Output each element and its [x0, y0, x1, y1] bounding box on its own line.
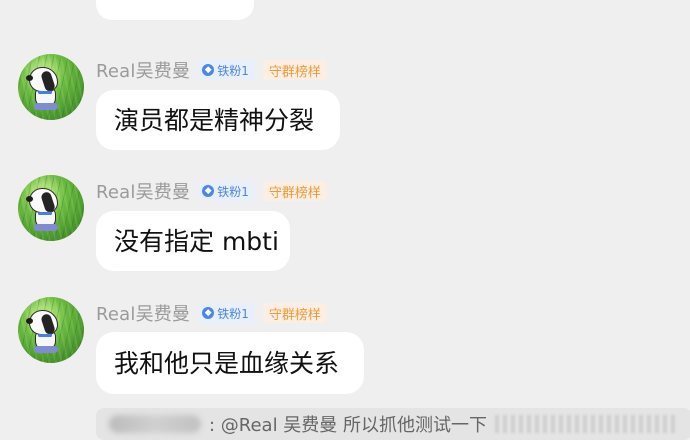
quoted-reply[interactable]: : @Real 吴费曼 所以抓他测试一下 — [96, 408, 690, 440]
fan-badge-icon: ◆ — [202, 64, 215, 76]
sender-name[interactable]: Real吴费曼 — [96, 57, 190, 83]
fan-badge-icon: ◆ — [202, 185, 215, 197]
avatar[interactable] — [18, 175, 84, 241]
avatar[interactable] — [18, 297, 84, 363]
fan-badge-icon: ◆ — [202, 307, 215, 319]
title-badge[interactable]: 守群榜样 — [262, 303, 327, 323]
title-badge[interactable]: 守群榜样 — [262, 60, 327, 80]
sender-name[interactable]: Real吴费曼 — [96, 300, 190, 326]
message-text: 我和他只是血缘关系 — [114, 348, 340, 378]
snoopy-foot — [34, 103, 58, 110]
blurred-username — [109, 415, 201, 433]
snoopy-nose — [26, 318, 33, 324]
blurred-trailing-text — [495, 415, 676, 433]
avatar[interactable] — [18, 54, 84, 120]
message-meta: Real吴费曼 ◆ 铁粉1 守群榜样 — [96, 178, 327, 204]
fan-badge-label: 铁粉1 — [217, 63, 249, 78]
message-bubble[interactable]: 我和他只是血缘关系 — [96, 332, 364, 394]
quoted-reply-text: : @Real 吴费曼 所以抓他测试一下 — [209, 415, 488, 436]
previous-message-bubble[interactable] — [96, 0, 254, 20]
snoopy-nose — [26, 75, 33, 81]
fan-badge-label: 铁粉1 — [217, 306, 249, 321]
fan-badge[interactable]: ◆ 铁粉1 — [198, 303, 255, 323]
fan-badge[interactable]: ◆ 铁粉1 — [198, 181, 255, 201]
fan-badge[interactable]: ◆ 铁粉1 — [198, 60, 255, 80]
message-meta: Real吴费曼 ◆ 铁粉1 守群榜样 — [96, 57, 327, 83]
snoopy-collar — [38, 91, 52, 94]
sender-name[interactable]: Real吴费曼 — [96, 178, 190, 204]
message-bubble[interactable]: 没有指定 mbti — [96, 211, 290, 271]
chat-thread: Real吴费曼 ◆ 铁粉1 守群榜样 演员都是精神分裂 Real吴费曼 ◆ 铁粉… — [0, 0, 690, 440]
snoopy-foot — [34, 346, 58, 353]
snoopy-collar — [38, 334, 52, 337]
snoopy-collar — [38, 212, 52, 215]
snoopy-foot — [34, 224, 58, 231]
fan-badge-label: 铁粉1 — [217, 184, 249, 199]
title-badge[interactable]: 守群榜样 — [262, 181, 327, 201]
message-bubble[interactable]: 演员都是精神分裂 — [96, 90, 340, 150]
message-text: 演员都是精神分裂 — [114, 105, 315, 135]
snoopy-nose — [26, 196, 33, 202]
message-text: 没有指定 mbti — [114, 226, 279, 256]
message-meta: Real吴费曼 ◆ 铁粉1 守群榜样 — [96, 300, 327, 326]
